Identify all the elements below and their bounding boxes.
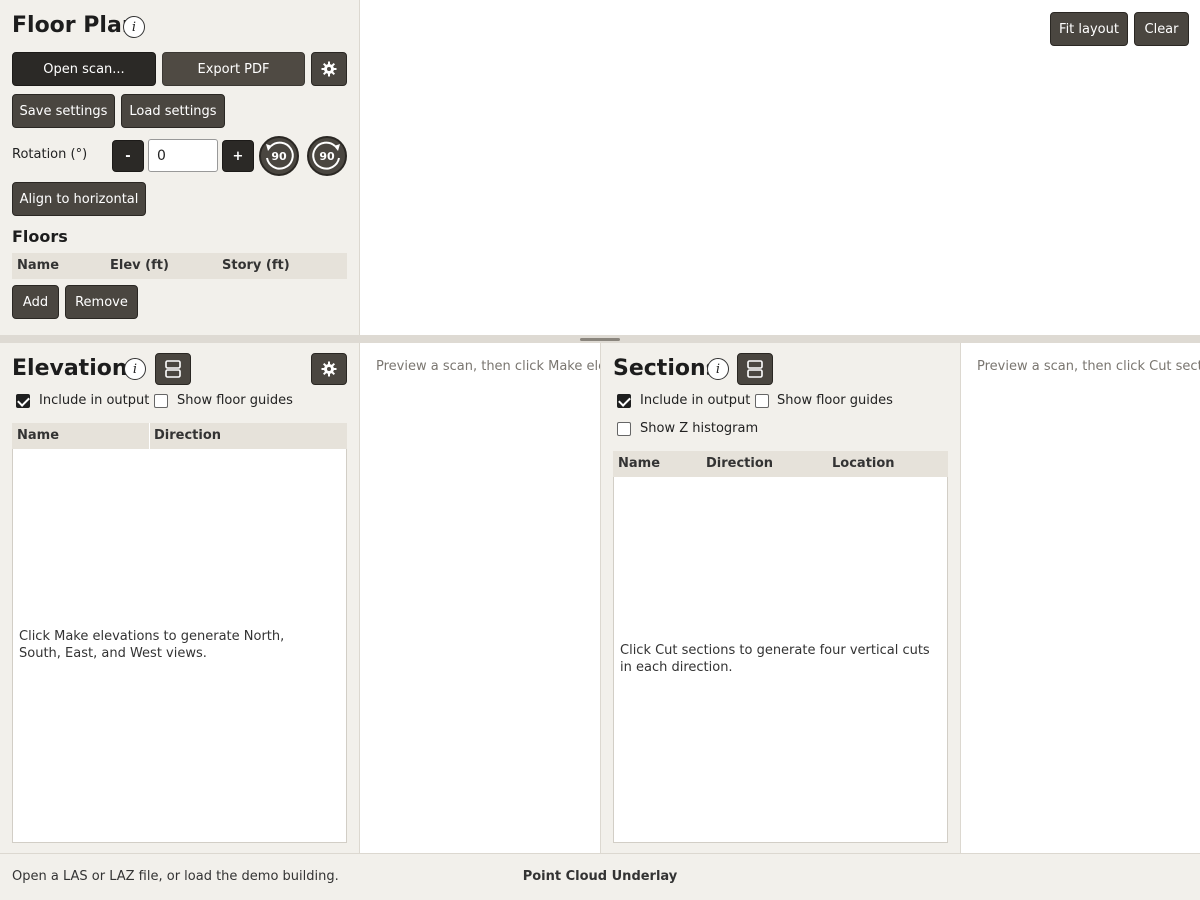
info-icon[interactable]: i — [124, 358, 146, 380]
split-view-icon — [165, 360, 181, 378]
floorplan-title: Floor Plan — [12, 13, 138, 38]
floorplan-canvas[interactable]: Fit layout Clear — [360, 0, 1200, 335]
save-settings-button[interactable]: Save settings — [12, 94, 115, 128]
sections-col-location[interactable]: Location — [832, 456, 895, 471]
sections-floor-guides-label: Show floor guides — [777, 393, 893, 408]
sections-empty-message: Click Cut sections to generate four vert… — [620, 643, 930, 675]
rotate-ccw-label: 90 — [271, 149, 287, 163]
split-view-icon — [747, 360, 763, 378]
sections-col-name[interactable]: Name — [618, 456, 660, 471]
rotate-cw-label: 90 — [319, 149, 335, 163]
info-icon[interactable]: i — [123, 16, 145, 38]
rotation-label: Rotation (°) — [12, 147, 88, 162]
rotation-decrement-button[interactable]: - — [112, 140, 144, 172]
align-horizontal-button[interactable]: Align to horizontal — [12, 182, 146, 216]
sections-floor-guides-checkbox[interactable] — [755, 394, 769, 408]
elevations-settings-button[interactable] — [311, 353, 347, 385]
elevations-empty-message: Click Make elevations to generate North,… — [19, 629, 285, 661]
sections-preview[interactable]: Preview a scan, then click Cut sections — [961, 343, 1200, 853]
sections-z-histogram-checkbox[interactable] — [617, 422, 631, 436]
elevations-panel: Elevations i Include in output Show floo… — [0, 343, 359, 853]
splitter-handle[interactable] — [580, 338, 620, 341]
elevations-header-separator — [149, 423, 150, 449]
floors-title: Floors — [12, 227, 68, 246]
horizontal-splitter[interactable] — [0, 335, 1200, 343]
rotation-increment-button[interactable]: + — [222, 140, 254, 172]
rotation-input[interactable] — [148, 139, 218, 172]
status-bar: Open a LAS or LAZ file, or load the demo… — [0, 853, 1200, 900]
layout-toggle-button[interactable] — [737, 353, 773, 385]
sections-z-histogram-label: Show Z histogram — [640, 421, 759, 436]
floorplan-panel: Floor Plan i Open scan... Export PDF Sav… — [0, 0, 359, 335]
sections-include-label: Include in output — [640, 393, 751, 408]
floors-col-story[interactable]: Story (ft) — [222, 258, 290, 273]
rotate-cw-button[interactable]: 90 — [307, 136, 347, 176]
clear-button[interactable]: Clear — [1134, 12, 1189, 46]
sections-preview-hint: Preview a scan, then click Cut sections — [977, 359, 1200, 374]
elevations-col-name[interactable]: Name — [17, 428, 59, 443]
sections-table-header — [613, 451, 948, 477]
elevations-preview-hint: Preview a scan, then click Make elevatio… — [376, 359, 600, 374]
load-settings-button[interactable]: Load settings — [121, 94, 225, 128]
info-icon[interactable]: i — [707, 358, 729, 380]
gear-icon — [321, 61, 337, 77]
elevations-col-direction[interactable]: Direction — [154, 428, 221, 443]
elevations-title: Elevations — [12, 356, 141, 381]
add-floor-button[interactable]: Add — [12, 285, 59, 319]
sections-panel: Sections i Include in output Show floor … — [601, 343, 960, 853]
sections-include-checkbox[interactable] — [617, 394, 631, 408]
fit-layout-button[interactable]: Fit layout — [1050, 12, 1128, 46]
floors-col-name[interactable]: Name — [17, 258, 59, 273]
elevations-preview[interactable]: Preview a scan, then click Make elevatio… — [360, 343, 600, 853]
elevations-floor-guides-label: Show floor guides — [177, 393, 293, 408]
floors-table-header — [12, 253, 347, 279]
elevations-floor-guides-checkbox[interactable] — [154, 394, 168, 408]
open-scan-button[interactable]: Open scan... — [12, 52, 156, 86]
floors-col-elev[interactable]: Elev (ft) — [110, 258, 169, 273]
remove-floor-button[interactable]: Remove — [65, 285, 138, 319]
sections-col-direction[interactable]: Direction — [706, 456, 773, 471]
settings-button[interactable] — [311, 52, 347, 86]
rotate-ccw-button[interactable]: 90 — [259, 136, 299, 176]
status-center-label: Point Cloud Underlay — [522, 869, 678, 884]
export-pdf-button[interactable]: Export PDF — [162, 52, 305, 86]
gear-icon — [321, 361, 337, 377]
elevations-include-checkbox[interactable] — [16, 394, 30, 408]
layout-toggle-button[interactable] — [155, 353, 191, 385]
elevations-include-label: Include in output — [39, 393, 150, 408]
sections-title: Sections — [613, 356, 719, 381]
